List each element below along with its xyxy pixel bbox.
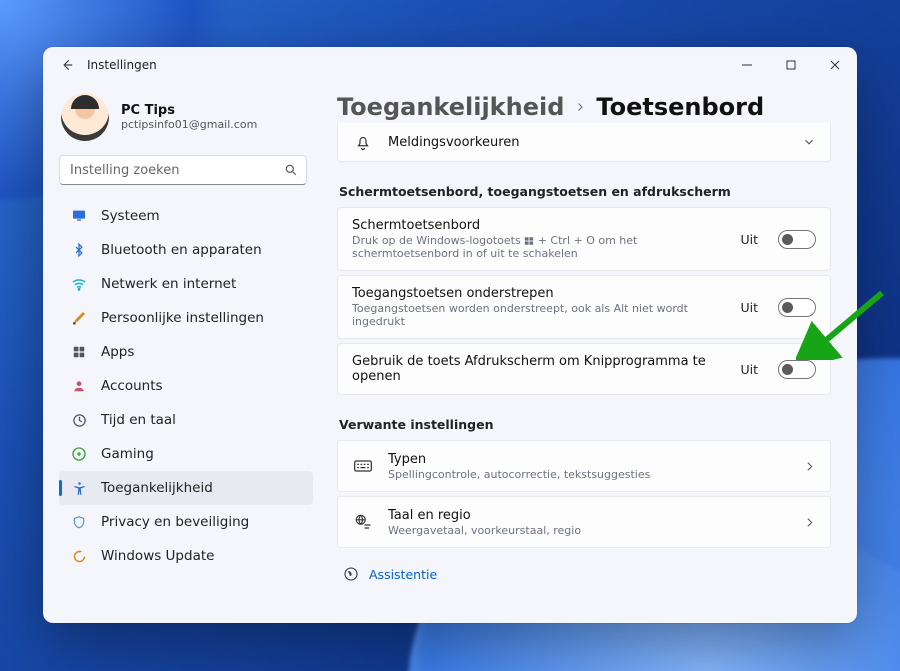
setting-row-printscreen-snipping[interactable]: Gebruik de toets Afdrukscherm om Knippro… — [337, 343, 831, 395]
windows-key-icon — [524, 236, 534, 246]
nav-apps[interactable]: Apps — [59, 335, 313, 369]
update-icon — [71, 548, 87, 564]
nav-label: Windows Update — [101, 548, 214, 564]
help-row: Assistentie — [337, 566, 831, 582]
section-label: Verwante instellingen — [339, 417, 831, 432]
profile-block[interactable]: PC Tips pctipsinfo01@gmail.com — [61, 93, 313, 141]
apps-icon — [71, 344, 87, 360]
app-title: Instellingen — [87, 58, 157, 72]
keyboard-icon — [352, 458, 374, 474]
wifi-icon — [71, 276, 87, 292]
chevron-right-icon — [803, 516, 816, 529]
breadcrumb: Toegankelijkheid Toetsenbord — [337, 93, 831, 121]
monitor-icon — [71, 208, 87, 224]
close-button[interactable] — [813, 47, 857, 83]
toggle-state: Uit — [740, 362, 758, 377]
clock-globe-icon — [71, 412, 87, 428]
setting-subtitle: Druk op de Windows-logotoets + Ctrl + O … — [352, 234, 726, 260]
setting-row-access-keys[interactable]: Toegangstoetsen onderstrepen Toegangstoe… — [337, 275, 831, 339]
gaming-icon — [71, 446, 87, 462]
nav-windows-update[interactable]: Windows Update — [59, 539, 313, 573]
nav-bluetooth[interactable]: Bluetooth en apparaten — [59, 233, 313, 267]
chevron-down-icon — [802, 135, 816, 149]
minimize-button[interactable] — [725, 47, 769, 83]
breadcrumb-parent[interactable]: Toegankelijkheid — [337, 93, 564, 121]
nav-label: Accounts — [101, 378, 163, 394]
accessibility-icon — [71, 480, 87, 496]
nav-accounts[interactable]: Accounts — [59, 369, 313, 403]
nav-system[interactable]: Systeem — [59, 199, 313, 233]
titlebar: Instellingen — [43, 47, 857, 83]
brush-icon — [71, 310, 87, 326]
setting-row-notification-prefs[interactable]: Meldingsvoorkeuren — [337, 123, 831, 162]
nav-gaming[interactable]: Gaming — [59, 437, 313, 471]
setting-title: Schermtoetsenbord — [352, 218, 726, 233]
search-icon — [284, 163, 298, 177]
maximize-button[interactable] — [769, 47, 813, 83]
setting-row-osk[interactable]: Schermtoetsenbord Druk op de Windows-log… — [337, 207, 831, 271]
setting-title: Meldingsvoorkeuren — [388, 135, 788, 150]
related-row-typing[interactable]: Typen Spellingcontrole, autocorrectie, t… — [337, 440, 831, 492]
main-content: Toegankelijkheid Toetsenbord Meldingsvoo… — [321, 83, 857, 623]
person-icon — [71, 378, 87, 394]
back-button[interactable] — [53, 51, 81, 79]
nav-privacy[interactable]: Privacy en beveiliging — [59, 505, 313, 539]
setting-subtitle: Spellingcontrole, autocorrectie, tekstsu… — [388, 468, 789, 481]
nav-label: Apps — [101, 344, 134, 360]
toggle-switch[interactable] — [778, 298, 816, 317]
setting-title: Typen — [388, 452, 789, 467]
toggle-switch[interactable] — [778, 360, 816, 379]
profile-email: pctipsinfo01@gmail.com — [121, 118, 257, 131]
help-link[interactable]: Assistentie — [369, 567, 437, 582]
chevron-right-icon — [574, 101, 586, 113]
window-controls — [725, 47, 857, 83]
bluetooth-icon — [71, 242, 87, 258]
nav-label: Gaming — [101, 446, 154, 462]
toggle-state: Uit — [740, 232, 758, 247]
setting-subtitle: Weergavetaal, voorkeurstaal, regio — [388, 524, 789, 537]
section-label: Schermtoetsenbord, toegangstoetsen en af… — [339, 184, 831, 199]
nav-label: Bluetooth en apparaten — [101, 242, 262, 258]
nav-accessibility[interactable]: Toegankelijkheid — [59, 471, 313, 505]
setting-title: Gebruik de toets Afdrukscherm om Knippro… — [352, 354, 726, 384]
breadcrumb-current: Toetsenbord — [596, 93, 764, 121]
setting-title: Toegangstoetsen onderstrepen — [352, 286, 726, 301]
toggle-switch[interactable] — [778, 230, 816, 249]
settings-window: Instellingen PC Tips pctipsinfo01@gmail.… — [43, 47, 857, 623]
chevron-right-icon — [803, 460, 816, 473]
setting-title: Taal en regio — [388, 508, 789, 523]
nav-network[interactable]: Netwerk en internet — [59, 267, 313, 301]
bell-icon — [352, 133, 374, 151]
setting-subtitle: Toegangstoetsen worden onderstreept, ook… — [352, 302, 726, 328]
nav-label: Systeem — [101, 208, 160, 224]
search-input[interactable] — [70, 163, 284, 178]
nav-label: Persoonlijke instellingen — [101, 310, 264, 326]
profile-name: PC Tips — [121, 103, 257, 118]
nav-list: Systeem Bluetooth en apparaten Netwerk e… — [59, 199, 313, 573]
globe-text-icon — [352, 513, 374, 531]
nav-personalization[interactable]: Persoonlijke instellingen — [59, 301, 313, 335]
shield-icon — [71, 514, 87, 530]
nav-label: Privacy en beveiliging — [101, 514, 249, 530]
nav-time-language[interactable]: Tijd en taal — [59, 403, 313, 437]
toggle-state: Uit — [740, 300, 758, 315]
nav-label: Tijd en taal — [101, 412, 176, 428]
help-icon — [343, 566, 359, 582]
search-box[interactable] — [59, 155, 307, 185]
nav-label: Netwerk en internet — [101, 276, 236, 292]
avatar — [61, 93, 109, 141]
nav-label: Toegankelijkheid — [101, 480, 213, 496]
related-row-language-region[interactable]: Taal en regio Weergavetaal, voorkeurstaa… — [337, 496, 831, 548]
sidebar: PC Tips pctipsinfo01@gmail.com Systeem — [43, 83, 321, 623]
